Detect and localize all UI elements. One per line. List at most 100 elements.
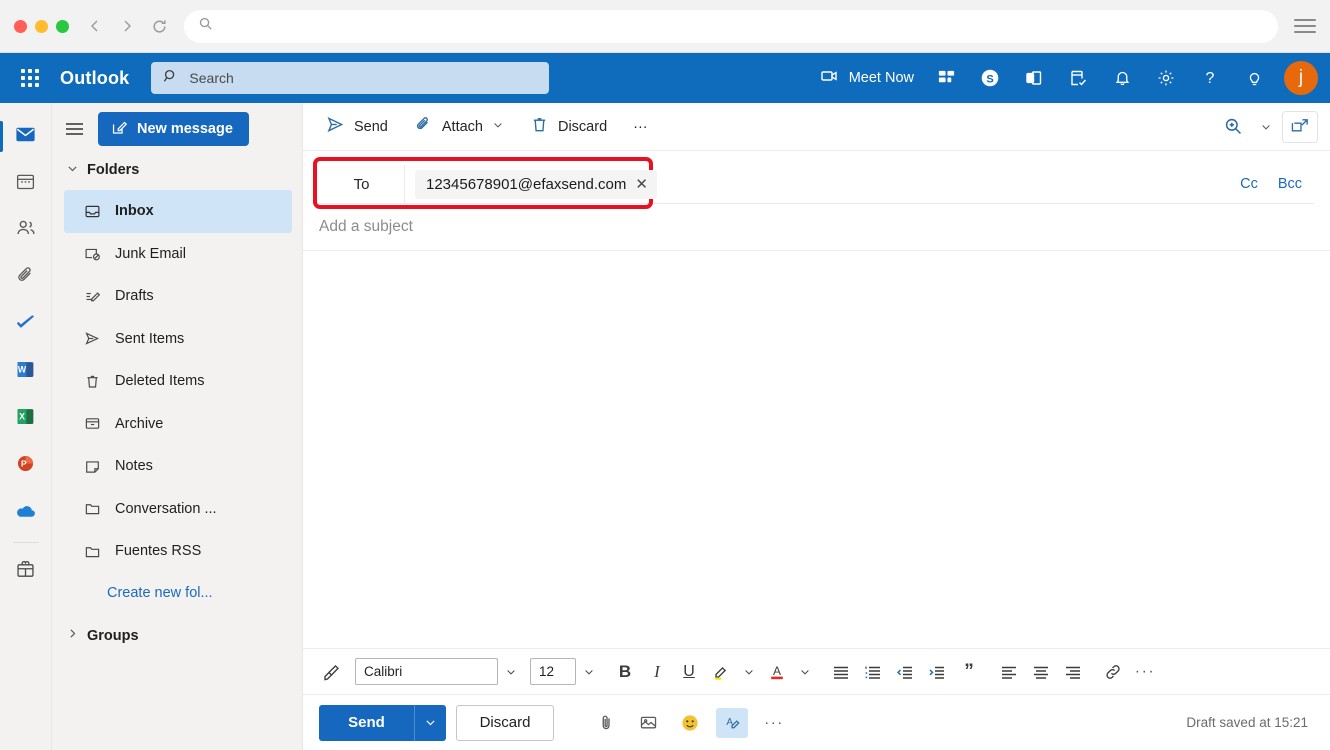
rail-item-to-do[interactable] xyxy=(0,301,52,348)
italic-button[interactable]: I xyxy=(642,657,672,687)
rail-item-all-apps[interactable] xyxy=(0,549,52,596)
forward-icon[interactable] xyxy=(119,18,135,34)
highlight-chevron-down-icon[interactable] xyxy=(738,658,760,686)
zoom-options-chevron-down-icon[interactable] xyxy=(1256,111,1276,143)
link-icon[interactable] xyxy=(1098,657,1128,687)
browser-url-bar[interactable] xyxy=(184,10,1278,43)
close-icon[interactable]: ✕ xyxy=(635,177,648,192)
pop-out-icon[interactable] xyxy=(1282,111,1318,143)
groups-section-header[interactable]: Groups xyxy=(52,618,302,654)
attach-file-icon[interactable] xyxy=(590,708,622,738)
text-highlight-icon[interactable] xyxy=(706,657,736,687)
lightbulb-icon[interactable] xyxy=(1234,58,1274,98)
reload-icon[interactable] xyxy=(151,18,168,35)
sidebar-item-inbox[interactable]: Inbox xyxy=(64,190,292,233)
url-input[interactable] xyxy=(223,19,1264,34)
send-options-chevron-down-icon[interactable] xyxy=(414,705,446,741)
app-body: W X P xyxy=(0,103,1330,750)
increase-indent-icon[interactable] xyxy=(922,657,952,687)
sidebar-item-sent-items[interactable]: Sent Items xyxy=(64,318,292,361)
emoji-icon[interactable] xyxy=(674,708,706,738)
trash-icon xyxy=(530,115,549,138)
tasks-icon[interactable] xyxy=(1058,58,1098,98)
svg-text:X: X xyxy=(19,411,25,421)
font-size-input[interactable]: 12 xyxy=(530,658,576,685)
bell-icon[interactable] xyxy=(1102,58,1142,98)
bcc-button[interactable]: Bcc xyxy=(1278,176,1302,192)
meet-now-button[interactable]: Meet Now xyxy=(812,58,922,98)
minimize-window-button[interactable] xyxy=(35,20,48,33)
create-new-folder-link[interactable]: Create new fol... xyxy=(52,573,302,613)
discard-toolbar-button[interactable]: Discard xyxy=(519,110,618,144)
rail-item-calendar[interactable] xyxy=(0,160,52,207)
sidebar-item-junk-email[interactable]: Junk Email xyxy=(64,233,292,276)
rail-item-files[interactable] xyxy=(0,254,52,301)
browser-menu-icon[interactable] xyxy=(1294,19,1316,33)
cc-button[interactable]: Cc xyxy=(1240,176,1258,192)
discard-button[interactable]: Discard xyxy=(456,705,554,741)
outlook-app-icon[interactable] xyxy=(1014,58,1054,98)
bulleted-list-icon[interactable] xyxy=(826,657,856,687)
new-message-button[interactable]: New message xyxy=(98,112,249,146)
toggle-folder-pane-icon[interactable] xyxy=(56,112,92,146)
app-launcher-icon[interactable] xyxy=(8,56,52,100)
chevron-right-icon xyxy=(66,627,79,644)
decrease-indent-icon[interactable] xyxy=(890,657,920,687)
sidebar-item-label: Deleted Items xyxy=(115,373,204,389)
send-toolbar-button[interactable]: Send xyxy=(315,110,399,144)
font-family-chevron-down-icon[interactable] xyxy=(500,658,522,686)
teams-grid-icon[interactable] xyxy=(926,58,966,98)
font-size-chevron-down-icon[interactable] xyxy=(578,658,600,686)
rail-item-excel[interactable]: X xyxy=(0,395,52,442)
sidebar-item-fuentes-rss[interactable]: Fuentes RSS xyxy=(64,530,292,573)
message-body-editor[interactable] xyxy=(303,251,1330,648)
to-field-label[interactable]: To xyxy=(319,165,405,203)
signature-icon[interactable]: A xyxy=(716,708,748,738)
numbered-list-icon[interactable] xyxy=(858,657,888,687)
picture-icon[interactable] xyxy=(632,708,664,738)
sidebar-item-drafts[interactable]: Drafts xyxy=(64,275,292,318)
font-color-icon[interactable]: A xyxy=(762,657,792,687)
subject-input[interactable] xyxy=(319,218,1314,236)
format-painter-icon[interactable] xyxy=(317,657,347,687)
recipient-pill[interactable]: 12345678901@efaxsend.com ✕ xyxy=(415,170,657,199)
skype-icon[interactable]: S xyxy=(970,58,1010,98)
align-center-icon[interactable] xyxy=(1026,657,1056,687)
close-window-button[interactable] xyxy=(14,20,27,33)
more-commands-button[interactable]: ··· xyxy=(622,110,659,144)
font-family-input[interactable]: Calibri xyxy=(355,658,498,685)
quote-icon[interactable]: ” xyxy=(954,657,984,687)
sidebar-item-conversation-history[interactable]: Conversation ... xyxy=(64,488,292,531)
attach-toolbar-button[interactable]: Attach xyxy=(403,110,515,144)
outlook-search-box[interactable] xyxy=(151,62,549,94)
rail-divider xyxy=(13,542,39,543)
sidebar-item-notes[interactable]: Notes xyxy=(64,445,292,488)
align-left-icon[interactable] xyxy=(994,657,1024,687)
align-right-icon[interactable] xyxy=(1058,657,1088,687)
zoom-in-icon[interactable] xyxy=(1216,111,1250,143)
rail-item-word[interactable]: W xyxy=(0,348,52,395)
send-icon xyxy=(326,115,345,138)
sidebar-item-archive[interactable]: Archive xyxy=(64,403,292,446)
send-button[interactable]: Send xyxy=(319,705,414,741)
bold-button[interactable]: B xyxy=(610,657,640,687)
rail-item-mail[interactable] xyxy=(0,113,52,160)
search-input[interactable] xyxy=(189,70,537,86)
back-icon[interactable] xyxy=(87,18,103,34)
more-options-icon[interactable]: ··· xyxy=(758,708,790,738)
rail-item-people[interactable] xyxy=(0,207,52,254)
folder-icon xyxy=(82,500,102,517)
more-options-icon[interactable]: ··· xyxy=(1130,657,1160,687)
help-icon[interactable]: ? xyxy=(1190,58,1230,98)
underline-button[interactable]: U xyxy=(674,657,704,687)
new-message-label: New message xyxy=(137,121,233,137)
rail-item-powerpoint[interactable]: P xyxy=(0,442,52,489)
rail-item-onedrive[interactable] xyxy=(0,489,52,536)
folders-section-header[interactable]: Folders xyxy=(52,152,302,188)
sidebar-item-label: Inbox xyxy=(115,203,154,219)
avatar[interactable]: j xyxy=(1284,61,1318,95)
maximize-window-button[interactable] xyxy=(56,20,69,33)
gear-icon[interactable] xyxy=(1146,58,1186,98)
font-color-chevron-down-icon[interactable] xyxy=(794,658,816,686)
sidebar-item-deleted-items[interactable]: Deleted Items xyxy=(64,360,292,403)
